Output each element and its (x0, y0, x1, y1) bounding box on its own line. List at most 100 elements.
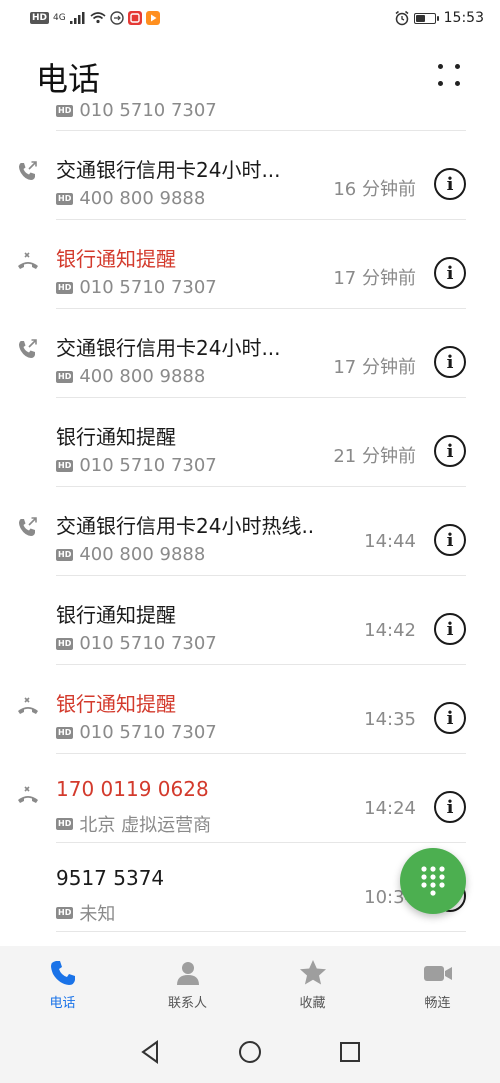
tab-label: 畅连 (424, 996, 451, 1011)
star-icon (299, 960, 326, 985)
signal-icon (69, 12, 85, 24)
call-number-text: 400 800 9888 (79, 188, 206, 209)
recents-icon (340, 1041, 360, 1062)
status-bar-left: HD 4G (30, 11, 160, 25)
tab-favorites[interactable]: 收藏 (250, 946, 375, 1020)
caller-name: 银行通知提醒 (56, 692, 176, 716)
call-details-button[interactable]: i (434, 346, 466, 378)
call-time: 14:24 (364, 798, 416, 819)
call-time: 17 分钟前 (333, 357, 416, 378)
tab-label: 电话 (49, 996, 76, 1011)
hd-icon: HD (56, 548, 74, 561)
hd-icon: HD (56, 281, 74, 294)
status-bar: HD 4G 15:53 (0, 0, 500, 36)
caller-name: 9517 5374 (56, 866, 165, 890)
clock: 15:53 (443, 10, 484, 26)
hd-icon: HD (56, 726, 74, 739)
call-log-row[interactable]: 银行通知提醒 HD 010 5710 7307 17 分钟前 i (0, 220, 500, 309)
call-number-text: 010 5710 7307 (79, 722, 217, 743)
call-number-text: 010 5710 7307 (79, 100, 217, 121)
call-log-row[interactable]: 银行通知提醒 HD 010 5710 7307 14:42 i (0, 576, 500, 665)
outgoing-call-icon (16, 338, 40, 362)
caller-name: 交通银行信用卡24小时... (56, 158, 281, 182)
tab-meetime[interactable]: 畅连 (375, 946, 500, 1020)
hd-icon: HD (56, 907, 74, 919)
more-dot-icon (455, 81, 460, 86)
alarm-icon (395, 10, 409, 26)
phone-icon (50, 961, 75, 985)
more-dot-icon (438, 81, 443, 86)
caller-name: 银行通知提醒 (56, 425, 176, 449)
recents-button[interactable] (335, 1037, 365, 1067)
app-notification-icon (127, 11, 142, 25)
call-log-row[interactable]: 交通银行信用卡24小时热线... HD 400 800 9888 14:44 i (0, 487, 500, 576)
more-options-button[interactable] (436, 62, 462, 88)
call-time: 21 分钟前 (333, 446, 416, 467)
call-log-row[interactable]: 交通银行信用卡24小时... HD 400 800 9888 16 分钟前 i (0, 131, 500, 220)
call-number-text: 010 5710 7307 (79, 633, 217, 654)
call-details-button[interactable]: i (434, 702, 466, 734)
missed-call-icon (16, 783, 40, 807)
call-log-row[interactable]: 170 0119 0628 HD 北京 虚拟运营商 14:24 i (0, 754, 500, 843)
battery-icon (413, 12, 439, 24)
call-log-list[interactable]: HD 010 5710 7307 交通银行信用卡24小时... HD 400 800… (0, 100, 500, 946)
call-time: 14:42 (364, 620, 416, 641)
wifi-icon (90, 12, 106, 24)
home-button[interactable] (235, 1037, 265, 1067)
hd-icon: HD (56, 818, 74, 830)
info-icon: i (446, 351, 454, 373)
caller-name: 银行通知提醒 (56, 247, 176, 271)
call-details-button[interactable]: i (434, 613, 466, 645)
call-details-button[interactable]: i (434, 168, 466, 200)
call-details-button[interactable]: i (434, 257, 466, 289)
row-divider (56, 931, 466, 932)
caller-name: 170 0119 0628 (56, 777, 209, 801)
call-details-button[interactable]: i (434, 791, 466, 823)
call-details-button[interactable]: i (434, 524, 466, 556)
call-number: HD 010 5710 7307 (56, 633, 217, 654)
info-icon: i (446, 618, 454, 640)
home-icon (239, 1040, 261, 1063)
call-log-row[interactable]: 交通银行信用卡24小时... HD 400 800 9888 17 分钟前 i (0, 309, 500, 398)
hd-icon: HD (56, 104, 74, 117)
call-number: HD 010 5710 7307 (56, 100, 217, 121)
call-number: HD 400 800 9888 (56, 366, 205, 387)
call-details-button[interactable]: i (434, 435, 466, 467)
call-number: HD 400 800 9888 (56, 188, 205, 209)
back-button[interactable] (135, 1037, 165, 1067)
more-dot-icon (455, 64, 460, 69)
call-number: HD 未知 (56, 900, 115, 926)
call-number: HD 010 5710 7307 (56, 722, 217, 743)
caller-name: 银行通知提醒 (56, 603, 176, 627)
dialpad-button[interactable] (400, 848, 466, 914)
outgoing-call-icon (16, 516, 40, 540)
info-icon: i (446, 440, 454, 462)
tab-phone[interactable]: 电话 (0, 946, 125, 1020)
call-number: HD 010 5710 7307 (56, 455, 217, 476)
missed-call-icon (16, 249, 40, 273)
caller-name: 交通银行信用卡24小时热线... (56, 514, 316, 538)
call-log-row[interactable]: 银行通知提醒 HD 010 5710 7307 21 分钟前 i (0, 398, 500, 487)
hd-badge: HD (30, 12, 50, 24)
hd-icon: HD (56, 637, 74, 650)
video-app-notification-icon (145, 11, 160, 25)
call-number-text: 未知 (79, 904, 116, 925)
call-number-text: 400 800 9888 (79, 544, 206, 565)
call-number: HD 400 800 9888 (56, 544, 205, 565)
caller-name: 交通银行信用卡24小时... (56, 336, 281, 360)
video-call-icon (423, 966, 452, 981)
call-log-row[interactable]: 银行通知提醒 HD 010 5710 7307 14:35 i (0, 665, 500, 754)
call-time: 17 分钟前 (333, 268, 416, 289)
call-time: 14:35 (364, 709, 416, 730)
missed-call-icon (16, 694, 40, 718)
tab-contacts[interactable]: 联系人 (125, 946, 250, 1020)
call-number: HD 010 5710 7307 (56, 277, 217, 298)
call-log-row[interactable]: HD 010 5710 7307 (0, 100, 500, 131)
info-icon: i (446, 529, 454, 551)
call-number-text: 400 800 9888 (79, 366, 206, 387)
vpn-icon (110, 11, 124, 25)
info-icon: i (446, 262, 454, 284)
hd-icon: HD (56, 459, 74, 472)
network-type-label: 4G (53, 13, 66, 23)
outgoing-call-icon (16, 160, 40, 184)
